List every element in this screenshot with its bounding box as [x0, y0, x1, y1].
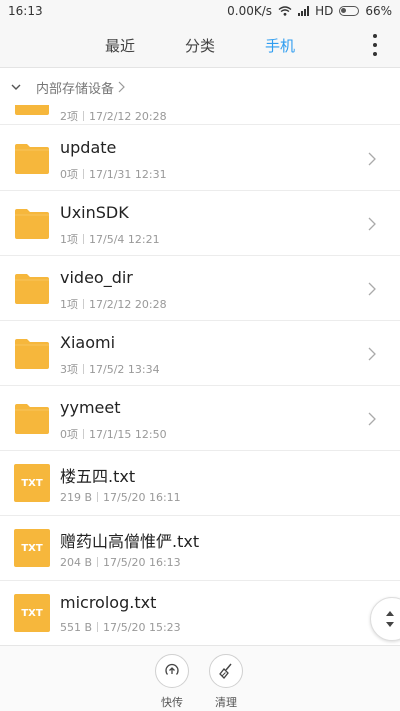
- breadcrumb-label[interactable]: 内部存储设备: [36, 78, 114, 97]
- quick-send-label: 快传: [161, 696, 183, 709]
- item-name: video_dir: [60, 268, 133, 287]
- item-date: 17/5/20 16:11: [103, 491, 181, 504]
- item-meta: 219 B 17/5/20 16:11: [60, 491, 181, 504]
- clean-button[interactable]: 清理: [206, 654, 246, 710]
- tab-bar: 最近 分类 手机: [0, 22, 400, 68]
- tab-phone[interactable]: 手机: [265, 35, 295, 56]
- signal-icon: [298, 6, 310, 16]
- folder-icon: [15, 339, 49, 369]
- item-name: Xiaomi: [60, 333, 116, 352]
- item-count: 0项: [60, 168, 78, 181]
- list-item[interactable]: TXT 楼五四.txt 219 B 17/5/20 16:11: [0, 451, 400, 516]
- tab-recent[interactable]: 最近: [105, 35, 135, 56]
- item-count: 1项: [60, 298, 78, 311]
- chevron-right-icon: [368, 412, 376, 426]
- broom-icon: [219, 663, 232, 679]
- item-meta: 551 B 17/5/20 15:23: [60, 621, 181, 634]
- net-speed: 0.00K/s: [227, 4, 273, 18]
- item-name: 赠药山高僧惟俨.txt: [60, 532, 200, 551]
- item-name: yymeet: [60, 398, 121, 417]
- chevron-right-icon: [368, 217, 376, 231]
- list-item[interactable]: UxinSDK 1项 17/5/4 12:21: [0, 191, 400, 256]
- more-menu-icon[interactable]: [372, 34, 378, 56]
- item-date: 17/1/15 12:50: [89, 428, 167, 441]
- item-size: 204 B: [60, 556, 93, 569]
- item-size: 551 B: [60, 621, 93, 634]
- txt-file-icon: TXT: [14, 529, 50, 567]
- txt-file-icon: TXT: [14, 594, 50, 632]
- list-item[interactable]: TXT 赠药山高僧惟俨.txt 204 B 17/5/20 16:13: [0, 516, 400, 581]
- send-icon-circle[interactable]: [155, 654, 189, 688]
- chevron-down-icon[interactable]: [10, 81, 22, 93]
- status-time: 16:13: [8, 4, 43, 18]
- bottom-bar: 快传 清理: [0, 645, 400, 711]
- status-bar: 16:13 0.00K/s HD 66%: [0, 0, 400, 22]
- wifi-icon: [278, 6, 292, 16]
- item-name: UxinSDK: [60, 203, 129, 222]
- item-date: 17/5/2 13:34: [89, 363, 160, 376]
- item-date: 17/5/20 16:13: [103, 556, 181, 569]
- broom-icon-circle[interactable]: [209, 654, 243, 688]
- quick-send-button[interactable]: 快传: [152, 654, 192, 710]
- item-meta: 0项 17/1/15 12:50: [60, 426, 167, 442]
- item-date: 17/2/12 20:28: [89, 298, 167, 311]
- list-item[interactable]: yymeet 0项 17/1/15 12:50: [0, 386, 400, 451]
- item-name: 楼五四.txt: [60, 467, 136, 486]
- item-count: 1项: [60, 233, 78, 246]
- folder-icon: [15, 144, 49, 174]
- item-count: 2项: [60, 110, 78, 123]
- list-item[interactable]: TXT microlog.txt 551 B 17/5/20 15:23: [0, 581, 400, 645]
- top-bar: 最近 分类 手机: [0, 22, 400, 68]
- list-item[interactable]: update 0项 17/1/31 12:31: [0, 126, 400, 191]
- folder-icon: [15, 274, 49, 304]
- tab-category[interactable]: 分类: [185, 35, 215, 56]
- folder-icon: [15, 105, 49, 115]
- scroll-arrows-icon: [386, 611, 394, 627]
- list-item-partial[interactable]: 2项 17/2/12 20:28: [0, 105, 400, 125]
- item-date: 17/5/4 12:21: [89, 233, 160, 246]
- item-date: 17/5/20 15:23: [103, 621, 181, 634]
- item-date: 17/2/12 20:28: [89, 110, 167, 123]
- item-meta: 2项 17/2/12 20:28: [60, 108, 167, 124]
- list-item[interactable]: video_dir 1项 17/2/12 20:28: [0, 256, 400, 321]
- item-meta: 3项 17/5/2 13:34: [60, 361, 160, 377]
- battery-level: 66%: [365, 4, 392, 18]
- item-name: update: [60, 138, 117, 157]
- item-date: 17/1/31 12:31: [89, 168, 167, 181]
- item-meta: 1项 17/2/12 20:28: [60, 296, 167, 312]
- item-meta: 1项 17/5/4 12:21: [60, 231, 160, 247]
- folder-icon: [15, 209, 49, 239]
- status-right: 0.00K/s HD 66%: [227, 4, 392, 18]
- item-count: 3项: [60, 363, 78, 376]
- breadcrumb[interactable]: 内部存储设备: [0, 69, 400, 105]
- chevron-right-icon: [368, 152, 376, 166]
- send-icon: [165, 663, 179, 675]
- item-meta: 204 B 17/5/20 16:13: [60, 556, 181, 569]
- file-list: 2项 17/2/12 20:28 update 0项 17/1/31 12:31 U…: [0, 105, 400, 645]
- list-item[interactable]: Xiaomi 3项 17/5/2 13:34: [0, 321, 400, 386]
- network-type: HD: [315, 4, 334, 18]
- item-name: microlog.txt: [60, 593, 157, 612]
- folder-icon: [15, 404, 49, 434]
- item-meta: 0项 17/1/31 12:31: [60, 166, 167, 182]
- clean-label: 清理: [215, 696, 237, 709]
- battery-icon: [339, 6, 360, 16]
- txt-file-icon: TXT: [14, 464, 50, 502]
- chevron-right-icon: [368, 282, 376, 296]
- chevron-right-icon: [368, 347, 376, 361]
- item-size: 219 B: [60, 491, 93, 504]
- item-count: 0项: [60, 428, 78, 441]
- chevron-right-icon: [118, 81, 125, 93]
